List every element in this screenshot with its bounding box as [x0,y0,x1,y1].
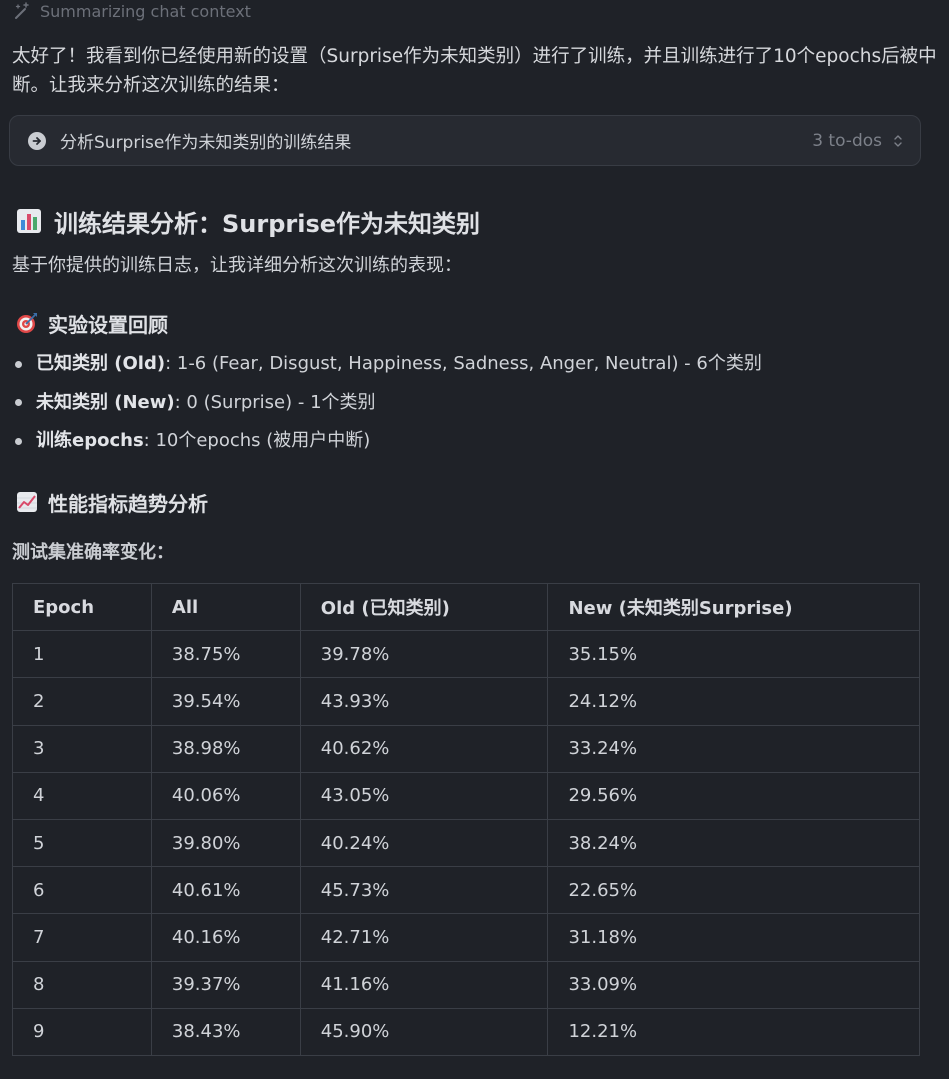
cell-epoch: 5 [12,818,152,868]
trend-heading: 性能指标趋势分析 [16,487,208,517]
list-item-bold: 训练epochs [36,430,144,452]
bullet-dot [15,399,22,407]
bullet-dot [15,360,22,368]
cell-all: 38.98% [150,724,301,773]
cell-all: 38.75% [150,630,301,679]
list-item: 已知类别 (Old): 1-6 (Fear, Disgust, Happines… [12,345,762,384]
cell-new: 33.09% [547,960,920,1009]
cell-new: 24.12% [547,677,920,726]
list-item-text: : 0 (Surprise) - 1个类别 [174,391,376,413]
table-row: 3 38.98% 40.62% 33.24% [12,724,920,773]
table-row: 2 39.54% 43.93% 24.12% [12,677,920,726]
cell-all: 40.16% [150,913,301,962]
table-row: 1 38.75% 39.78% 35.15% [12,630,920,679]
cell-old: 42.71% [299,913,549,962]
status-text: Summarizing chat context [40,1,251,21]
cell-all: 40.61% [150,866,301,915]
list-item-text: : 10个epochs (被用户中断) [143,430,371,452]
cell-all: 38.43% [150,1007,301,1056]
trend-heading-text: 性能指标趋势分析 [48,491,208,516]
list-item-bold: 已知类别 (Old) [36,353,166,375]
todo-label: 分析Surprise作为未知类别的训练结果 [60,133,352,153]
column-header-old: Old (已知类别) [299,582,549,632]
table-caption: 测试集准确率变化： [12,542,174,563]
cell-new: 31.18% [547,913,920,962]
section-subtitle: 基于你提供的训练日志，让我详细分析这次训练的表现： [12,255,462,276]
wand-icon [12,1,32,21]
status-line: Summarizing chat context [12,0,251,22]
column-header-all: All [150,582,301,632]
cell-new: 38.24% [547,818,920,868]
table-row: 4 40.06% 43.05% 29.56% [12,771,920,820]
table-row: 9 38.43% 45.90% 12.21% [12,1007,920,1056]
table-header-row: Epoch All Old (已知类别) New (未知类别Surprise) [12,582,920,632]
intro-paragraph: 太好了！我看到你已经使用新的设置（Surprise作为未知类别）进行了训练，并且… [12,46,937,96]
list-item-bold: 未知类别 (New) [36,391,175,413]
cell-new: 22.65% [547,866,920,915]
section-title-text: 训练结果分析：Surprise作为未知类别 [54,209,481,238]
target-icon [16,312,38,334]
cell-new: 29.56% [547,771,920,820]
cell-epoch: 3 [12,724,152,773]
cell-old: 40.62% [299,724,549,773]
cell-old: 45.90% [299,1007,549,1056]
cell-epoch: 2 [12,677,152,726]
cell-all: 39.54% [150,677,301,726]
table-row: 6 40.61% 45.73% 22.65% [12,866,920,915]
todo-bar[interactable]: 分析Surprise作为未知类别的训练结果 3 to-dos [9,115,921,166]
cell-epoch: 8 [12,960,152,1009]
cell-epoch: 1 [12,630,152,679]
accuracy-table: Epoch All Old (已知类别) New (未知类别Surprise) … [12,582,920,1056]
cell-all: 39.80% [150,818,301,868]
cell-old: 41.16% [299,960,549,1009]
cell-epoch: 7 [12,913,152,962]
table-row: 8 39.37% 41.16% 33.09% [12,960,920,1009]
cell-epoch: 4 [12,771,152,820]
cell-new: 33.24% [547,724,920,773]
todo-count: 3 to-dos [812,130,882,151]
list-item: 未知类别 (New): 0 (Surprise) - 1个类别 [12,384,762,423]
cell-new: 12.21% [547,1007,920,1056]
arrow-right-circle-icon [28,131,46,150]
cell-old: 43.05% [299,771,549,820]
column-header-epoch: Epoch [12,582,152,632]
chevron-updown-icon[interactable] [892,132,904,150]
table-row: 5 39.80% 40.24% 38.24% [12,818,920,868]
list-item-text: : 1-6 (Fear, Disgust, Happiness, Sadness… [165,353,762,375]
cell-old: 45.73% [299,866,549,915]
list-item: 训练epochs: 10个epochs (被用户中断) [12,422,762,461]
table-row: 7 40.16% 42.71% 31.18% [12,913,920,962]
cell-epoch: 9 [12,1007,152,1056]
cell-new: 35.15% [547,630,920,679]
cell-old: 39.78% [299,630,549,679]
cell-epoch: 6 [12,866,152,915]
bullet-dot [15,437,22,445]
cell-all: 40.06% [150,771,301,820]
bar-chart-icon [16,208,42,234]
cell-old: 43.93% [299,677,549,726]
column-header-new: New (未知类别Surprise) [547,582,920,632]
cell-all: 39.37% [150,960,301,1009]
setup-list: 已知类别 (Old): 1-6 (Fear, Disgust, Happines… [12,345,762,461]
section-title: 训练结果分析：Surprise作为未知类别 [16,203,480,239]
setup-heading: 实验设置回顾 [16,308,168,338]
setup-heading-text: 实验设置回顾 [48,312,168,337]
cell-old: 40.24% [299,818,549,868]
trend-up-icon [16,491,38,513]
